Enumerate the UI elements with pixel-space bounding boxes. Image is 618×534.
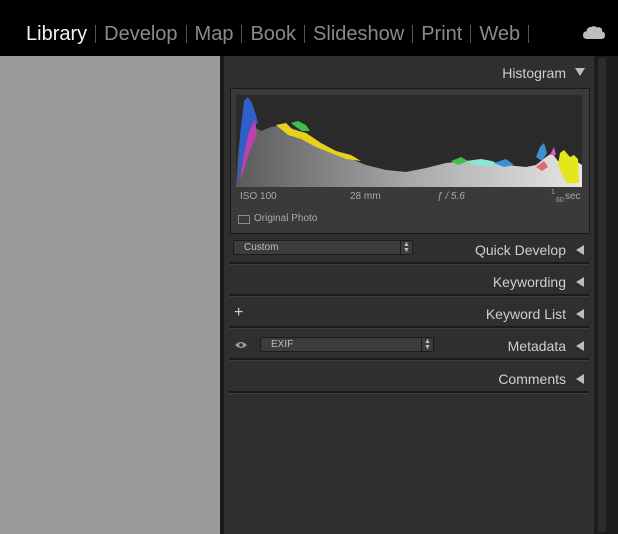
histogram-iso: ISO 100: [240, 191, 277, 202]
metadata-preset-select[interactable]: EXIF ▲ ▼: [260, 337, 434, 352]
panel-rule: [229, 391, 589, 394]
expand-triangle-icon[interactable]: [576, 245, 584, 255]
module-print[interactable]: Print: [413, 20, 470, 48]
module-develop[interactable]: Develop: [96, 20, 185, 48]
module-picker-bar: Library Develop Map Book Slideshow Print…: [0, 0, 618, 56]
image-viewer[interactable]: [0, 56, 220, 534]
histogram-shutter-numerator: 1: [551, 189, 555, 196]
expand-triangle-icon[interactable]: [576, 374, 584, 384]
module-slideshow[interactable]: Slideshow: [305, 20, 412, 48]
quick-develop-preset-select[interactable]: Custom ▲ ▼: [233, 240, 413, 255]
plus-icon[interactable]: +: [234, 305, 243, 321]
module-separator: [528, 25, 530, 43]
select-stepper-icon: ▲ ▼: [421, 338, 433, 351]
module-list: Library Develop Map Book Slideshow Print…: [18, 20, 530, 48]
histogram-focal-length: 28 mm: [350, 191, 381, 202]
module-book[interactable]: Book: [242, 20, 304, 48]
module-map[interactable]: Map: [187, 20, 242, 48]
expand-triangle-icon[interactable]: [576, 277, 584, 287]
collapse-triangle-icon[interactable]: [575, 68, 585, 76]
eye-icon[interactable]: [235, 341, 247, 349]
panel-scrollbar-thumb[interactable]: [598, 58, 606, 532]
histogram-title[interactable]: Histogram: [470, 65, 566, 81]
metadata-preset-value: EXIF: [271, 339, 294, 350]
histogram-aperture: ƒ / 5.6: [437, 191, 465, 202]
original-photo-checkbox[interactable]: [238, 215, 250, 224]
comments-title[interactable]: Comments: [440, 371, 566, 387]
module-web[interactable]: Web: [471, 20, 528, 48]
expand-triangle-icon[interactable]: [576, 341, 584, 351]
histogram-shutter-denominator: 60: [556, 197, 564, 204]
module-library[interactable]: Library: [18, 20, 95, 48]
original-photo-label: Original Photo: [254, 213, 318, 224]
cloud-icon[interactable]: [582, 24, 606, 40]
panel-rule: [229, 262, 589, 265]
panel-rule: [229, 326, 589, 329]
select-stepper-icon: ▲ ▼: [400, 241, 412, 254]
histogram-graph[interactable]: [236, 95, 582, 187]
quick-develop-title[interactable]: Quick Develop: [440, 242, 566, 258]
histogram-shutter-unit: sec: [565, 191, 581, 202]
keywording-title[interactable]: Keywording: [440, 274, 566, 290]
panel-rule: [229, 294, 589, 297]
panel-rule: [229, 358, 589, 361]
expand-triangle-icon[interactable]: [576, 309, 584, 319]
metadata-title[interactable]: Metadata: [440, 338, 566, 354]
quick-develop-preset-value: Custom: [244, 242, 279, 253]
keyword-list-title[interactable]: Keyword List: [440, 306, 566, 322]
